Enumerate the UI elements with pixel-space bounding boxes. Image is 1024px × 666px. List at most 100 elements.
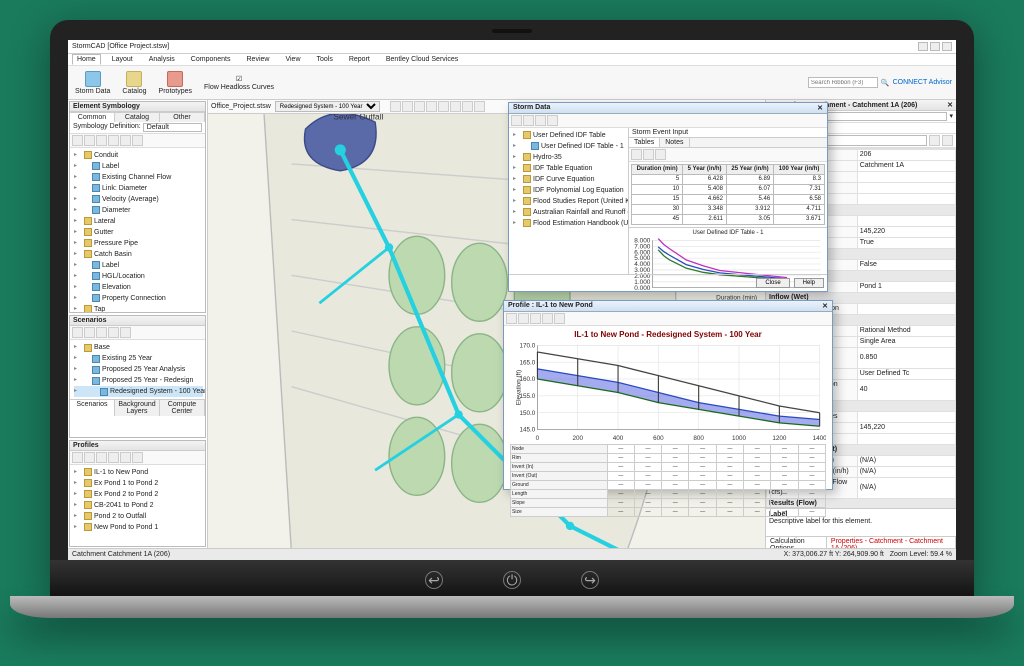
tree-item[interactable]: New Pond to Pond 1 [74, 522, 203, 533]
tab-report[interactable]: Report [344, 54, 375, 65]
storm-close-button[interactable]: Close [756, 278, 789, 288]
tree-item[interactable]: Flood Estimation Handbook (United Kingdo… [513, 218, 626, 229]
tool-icon[interactable] [554, 313, 565, 324]
scen-tab-compute[interactable]: Compute Center [160, 400, 205, 416]
tree-item[interactable]: Australian Rainfall and Runoff (2019) [513, 207, 626, 218]
tree-item[interactable]: HGL/Location [74, 271, 203, 282]
storm-data-dialog[interactable]: Storm Data✕ User Defined IDF TableUser D… [508, 102, 828, 292]
tab-analysis[interactable]: Analysis [144, 54, 180, 65]
tool-icon[interactable] [132, 135, 143, 146]
tree-item[interactable]: Flood Studies Report (United Kingdom) [513, 196, 626, 207]
tool-icon[interactable] [535, 115, 546, 126]
storm-tab-tables[interactable]: Tables [629, 138, 660, 147]
map-tool-icon[interactable] [414, 101, 425, 112]
tree-item[interactable]: User Defined IDF Table - 1 [513, 141, 626, 152]
catalog-button[interactable]: Catalog [119, 70, 149, 96]
tree-item[interactable]: Pressure Pipe [74, 238, 203, 249]
tree-item[interactable]: Catch Basin [74, 249, 203, 260]
scenario-dropdown[interactable]: Redesigned System - 100 Year [275, 101, 380, 112]
storm-idf-table[interactable]: Duration (min)5 Year (in/h)25 Year (in/h… [631, 164, 825, 225]
tool-icon[interactable] [643, 149, 654, 160]
map-tool-icon[interactable] [462, 101, 473, 112]
tree-item[interactable]: Existing Channel Flow [74, 172, 203, 183]
map-tool-icon[interactable] [474, 101, 485, 112]
tool-icon[interactable] [120, 452, 131, 463]
tree-item[interactable]: Pond 2 to Outfall [74, 511, 203, 522]
storm-tab-notes[interactable]: Notes [660, 138, 689, 147]
scen-tab-scenarios[interactable]: Scenarios [70, 400, 115, 416]
profile-dialog[interactable]: Profile : IL-1 to New Pond✕ IL-1 to New … [503, 300, 833, 490]
tool-icon[interactable] [84, 327, 95, 338]
symb-tab-common[interactable]: Common [70, 113, 115, 122]
map-tool-icon[interactable] [426, 101, 437, 112]
tree-item[interactable]: Tap [74, 304, 203, 312]
tree-item[interactable]: IDF Curve Equation [513, 174, 626, 185]
ribbon-search-input[interactable] [808, 77, 878, 88]
symbology-tree[interactable]: ConduitLabelExisting Channel FlowLink: D… [70, 148, 205, 312]
tool-icon[interactable] [542, 313, 553, 324]
tree-item[interactable]: Property Connection [74, 293, 203, 304]
tree-item[interactable]: Label [74, 260, 203, 271]
tool-icon[interactable] [506, 313, 517, 324]
tool-icon[interactable] [72, 452, 83, 463]
tree-item[interactable]: Proposed 25 Year Analysis [74, 364, 203, 375]
tree-item[interactable]: Link: Diameter [74, 183, 203, 194]
storm-tree[interactable]: User Defined IDF TableUser Defined IDF T… [509, 128, 628, 231]
tool-icon[interactable] [72, 327, 83, 338]
symb-def-value[interactable]: Default [143, 123, 202, 132]
close-button[interactable] [942, 42, 952, 51]
tool-icon[interactable] [120, 135, 131, 146]
tree-item[interactable]: Diameter [74, 205, 203, 216]
tree-item[interactable]: IDF Polynomial Log Equation [513, 185, 626, 196]
tree-item[interactable]: CB-2041 to Pond 2 [74, 500, 203, 511]
tree-item[interactable]: Ex Pond 2 to Pond 2 [74, 489, 203, 500]
tab-review[interactable]: Review [242, 54, 275, 65]
map-tool-icon[interactable] [438, 101, 449, 112]
tree-item[interactable]: Label [74, 161, 203, 172]
tree-item[interactable]: Base [74, 342, 203, 353]
connect-advisor-link[interactable]: CONNECT Advisor [893, 79, 952, 86]
tool-icon[interactable] [518, 313, 529, 324]
tab-tools[interactable]: Tools [312, 54, 338, 65]
profiles-tree[interactable]: IL-1 to New PondEx Pond 1 to Pond 2Ex Po… [70, 465, 205, 535]
tool-icon[interactable] [530, 313, 541, 324]
close-icon[interactable]: ✕ [822, 302, 828, 310]
tree-item[interactable]: Hydro-35 [513, 152, 626, 163]
tool-icon[interactable] [631, 149, 642, 160]
tool-icon[interactable] [547, 115, 558, 126]
search-icon[interactable]: 🔍 [881, 79, 890, 87]
tab-view[interactable]: View [280, 54, 305, 65]
close-icon[interactable]: ✕ [817, 104, 823, 112]
tool-icon[interactable] [108, 452, 119, 463]
tool-icon[interactable] [96, 327, 107, 338]
tree-item[interactable]: Lateral [74, 216, 203, 227]
tool-icon[interactable] [511, 115, 522, 126]
prototypes-button[interactable]: Prototypes [156, 70, 195, 96]
tree-item[interactable]: Ex Pond 1 to Pond 2 [74, 478, 203, 489]
tool-icon[interactable] [108, 135, 119, 146]
tree-item[interactable]: Existing 25 Year [74, 353, 203, 364]
tool-icon[interactable] [84, 135, 95, 146]
tool-icon[interactable] [96, 135, 107, 146]
tool-icon[interactable] [96, 452, 107, 463]
prop-tab-calc[interactable]: Calculation Options [766, 537, 827, 548]
tool-icon[interactable] [120, 327, 131, 338]
flow-headloss-button[interactable]: ☑Flow Headloss Curves [201, 74, 277, 92]
tool-icon[interactable] [108, 327, 119, 338]
tree-item[interactable]: Gutter [74, 227, 203, 238]
tab-bentley-cloud[interactable]: Bentley Cloud Services [381, 54, 463, 65]
chevron-down-icon[interactable]: ▾ [949, 112, 953, 121]
map-tool-icon[interactable] [450, 101, 461, 112]
tree-item[interactable]: User Defined IDF Table [513, 130, 626, 141]
tool-icon[interactable] [132, 452, 143, 463]
tree-item[interactable]: Redesigned System - 100 Year [74, 386, 203, 397]
tool-icon[interactable] [84, 452, 95, 463]
scenarios-tree[interactable]: BaseExisting 25 YearProposed 25 Year Ana… [70, 340, 205, 399]
storm-data-button[interactable]: Storm Data [72, 70, 113, 96]
tree-item[interactable]: Proposed 25 Year - Redesign [74, 375, 203, 386]
tab-components[interactable]: Components [186, 54, 236, 65]
tool-icon[interactable] [523, 115, 534, 126]
tree-item[interactable]: IL-1 to New Pond [74, 467, 203, 478]
symb-tab-catalog[interactable]: Catalog [115, 113, 160, 122]
tree-item[interactable]: Conduit [74, 150, 203, 161]
